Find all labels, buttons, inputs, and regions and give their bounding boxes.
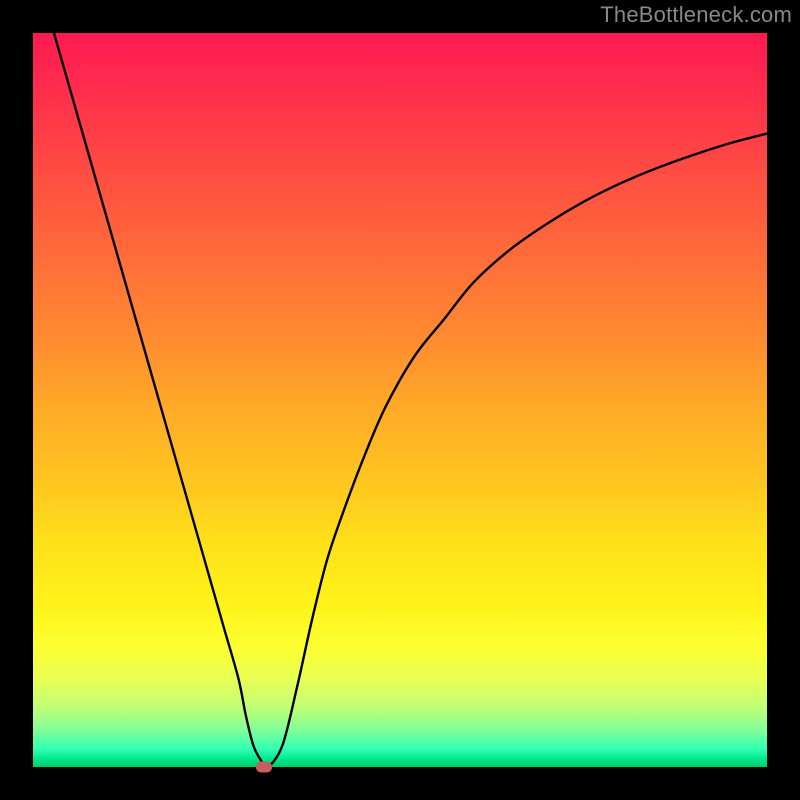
optimal-point-marker	[256, 762, 272, 773]
curve-layer	[33, 33, 767, 767]
watermark-text: TheBottleneck.com	[600, 2, 792, 28]
plot-area	[33, 33, 767, 767]
bottleneck-curve	[33, 0, 767, 768]
chart-container: TheBottleneck.com	[0, 0, 800, 800]
